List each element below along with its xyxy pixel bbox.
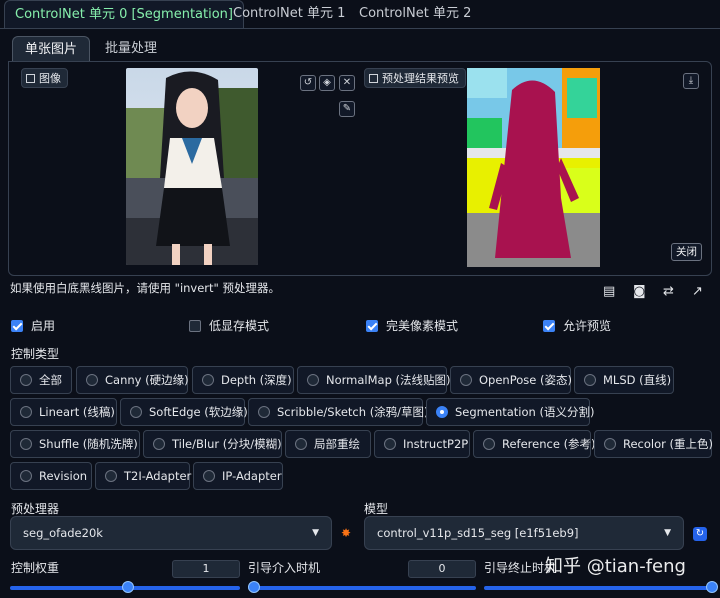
- close-icon[interactable]: ✕: [339, 75, 355, 91]
- image-panel: [8, 61, 712, 276]
- rotate-icon[interactable]: ↺: [300, 75, 316, 91]
- control-type-recolor[interactable]: Recolor (重上色): [594, 430, 713, 458]
- image-label: 图像: [21, 68, 68, 88]
- control-type-softedge[interactable]: SoftEdge (软边缘): [120, 398, 248, 426]
- checkbox-mark: [189, 320, 201, 332]
- control-type-scribble[interactable]: Scribble/Sketch (涂鸦/草图): [248, 398, 429, 426]
- control-type-t2i-adapter[interactable]: T2I-Adapter: [95, 462, 191, 490]
- tab-batch[interactable]: 批量处理: [93, 36, 169, 62]
- brush-icon[interactable]: ✎: [339, 101, 355, 117]
- preprocessor-select[interactable]: seg_ofade20k ▼: [10, 516, 332, 550]
- allow-preview-checkbox[interactable]: 允许预览: [543, 318, 611, 334]
- low-vram-checkbox[interactable]: 低显存模式: [189, 318, 269, 334]
- control-type-openpose[interactable]: OpenPose (姿态): [450, 366, 572, 394]
- preview-label: 预处理结果预览: [364, 68, 466, 88]
- control-type-lineart[interactable]: Lineart (线稿): [10, 398, 117, 426]
- tab-divider: [0, 28, 720, 29]
- input-image[interactable]: [126, 68, 258, 265]
- preview-image[interactable]: [467, 68, 600, 267]
- download-icon[interactable]: ⤓: [683, 73, 699, 89]
- checkbox-mark: [366, 320, 378, 332]
- control-type-instructp2p[interactable]: InstructP2P: [374, 430, 470, 458]
- model-select[interactable]: control_v11p_sd15_seg [e1f51eb9] ▼: [364, 516, 684, 550]
- swap-icon[interactable]: ⇄: [663, 284, 674, 299]
- invert-hint: 如果使用白底黑线图片，请使用 "invert" 预处理器。: [10, 281, 280, 295]
- image-icon: [26, 74, 35, 83]
- control-type-label: 控制类型: [11, 347, 60, 361]
- chevron-down-icon: ▼: [664, 528, 671, 538]
- image-icon: [369, 74, 378, 83]
- eraser-icon[interactable]: ◈: [319, 75, 335, 91]
- control-type-tile-blur[interactable]: Tile/Blur (分块/模糊): [143, 430, 282, 458]
- control-type-revision[interactable]: Revision: [10, 462, 92, 490]
- camera-icon[interactable]: ◙: [633, 284, 646, 299]
- start-label: 引导介入时机: [248, 561, 321, 575]
- control-type-normalmap[interactable]: NormalMap (法线贴图): [297, 366, 451, 394]
- chevron-down-icon: ▼: [312, 528, 319, 538]
- checkbox-mark: [11, 320, 23, 332]
- send-icon[interactable]: ↗: [692, 284, 703, 299]
- weight-input[interactable]: 1: [172, 560, 240, 578]
- tab-controlnet-unit-0[interactable]: ControlNet 单元 0 [Segmentation]: [4, 0, 244, 28]
- weight-label: 控制权重: [11, 561, 60, 575]
- control-type-mlsd[interactable]: MLSD (直线): [574, 366, 674, 394]
- control-type-canny[interactable]: Canny (硬边缘): [76, 366, 189, 394]
- start-input[interactable]: 0: [408, 560, 476, 578]
- control-type-depth[interactable]: Depth (深度): [192, 366, 294, 394]
- start-slider[interactable]: [248, 586, 476, 590]
- tab-single-image[interactable]: 单张图片: [12, 36, 91, 62]
- enable-checkbox[interactable]: 启用: [11, 318, 55, 334]
- end-slider-thumb[interactable]: [706, 581, 718, 593]
- segmentation-preview-svg: [467, 68, 600, 267]
- control-type-shuffle[interactable]: Shuffle (随机洗牌): [10, 430, 140, 458]
- tab-controlnet-unit-1[interactable]: ControlNet 单元 1: [233, 0, 345, 28]
- document-icon[interactable]: ▤: [603, 284, 615, 299]
- pixel-perfect-checkbox[interactable]: 完美像素模式: [366, 318, 458, 334]
- input-image-svg: [126, 68, 258, 265]
- control-type-all[interactable]: 全部: [10, 366, 72, 394]
- control-type-segmentation[interactable]: Segmentation (语义分割): [426, 398, 594, 426]
- refresh-icon[interactable]: ↻: [693, 527, 707, 541]
- tab-controlnet-unit-2[interactable]: ControlNet 单元 2: [359, 0, 471, 28]
- explode-icon[interactable]: ✸: [341, 526, 351, 540]
- control-type-reference[interactable]: Reference (参考): [473, 430, 596, 458]
- weight-slider-thumb[interactable]: [122, 581, 134, 593]
- control-type-inpaint[interactable]: 局部重绘: [285, 430, 371, 458]
- model-label: 模型: [364, 502, 389, 516]
- start-slider-thumb[interactable]: [248, 581, 260, 593]
- control-type-ip-adapter[interactable]: IP-Adapter: [193, 462, 283, 490]
- preprocessor-label: 预处理器: [11, 502, 60, 516]
- checkbox-mark: [543, 320, 555, 332]
- end-slider[interactable]: [484, 586, 712, 590]
- close-preview-button[interactable]: 关闭: [671, 243, 702, 261]
- watermark: 知乎 @tian-feng: [545, 556, 686, 577]
